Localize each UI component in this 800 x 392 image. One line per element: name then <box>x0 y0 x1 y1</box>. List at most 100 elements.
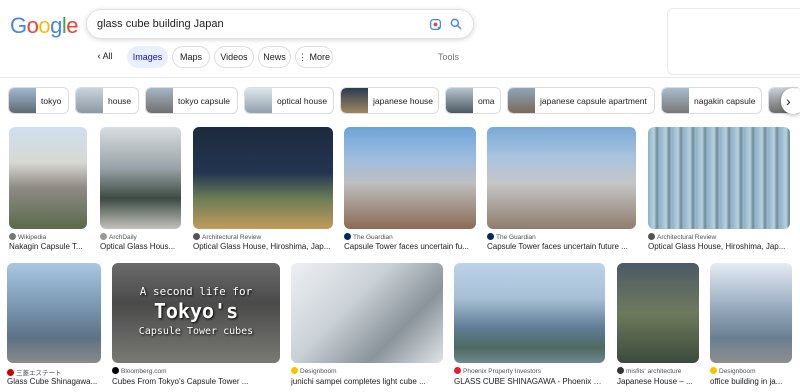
image-result[interactable]: The Guardian Capsule Tower faces uncerta… <box>344 127 476 252</box>
chip-label: optical house <box>277 96 328 106</box>
chip-label: tokyo <box>41 96 62 106</box>
image-result[interactable]: Phoenix Property Investors GLASS CUBE SH… <box>454 263 605 389</box>
image-result[interactable]: Architectural Review Optical Glass House… <box>648 127 790 252</box>
chip-thumbnail <box>146 88 173 113</box>
search-input[interactable]: glass cube building Japan <box>97 18 224 30</box>
result-thumbnail[interactable] <box>9 127 87 229</box>
chip-thumbnail <box>341 88 368 113</box>
result-title[interactable]: Capsule Tower faces uncertain future ... <box>487 242 636 251</box>
overlay-caption-line3: Capsule Tower cubes <box>138 326 254 337</box>
result-title[interactable]: junichi sampei completes light cube ... <box>291 377 443 386</box>
image-result[interactable]: A second life for Tokyo's Capsule Tower … <box>112 263 280 389</box>
result-source[interactable]: Architectural Review <box>193 233 261 241</box>
result-title[interactable]: Cubes From Tokyo's Capsule Tower ... <box>112 377 280 386</box>
chip-label: nagakin capsule <box>694 96 756 106</box>
result-thumbnail[interactable] <box>648 127 790 229</box>
header-divider <box>0 77 800 78</box>
chip-thumbnail <box>446 88 473 113</box>
result-source[interactable]: 三菱エステート <box>7 367 62 377</box>
guardian-favicon-icon <box>487 233 494 240</box>
result-source[interactable]: Wikipedia <box>9 233 46 241</box>
tab-maps[interactable]: Maps <box>172 46 210 68</box>
google-lens-icon[interactable] <box>429 18 442 31</box>
chip-label: japanese house <box>373 96 434 106</box>
chip-thumbnail <box>76 88 103 113</box>
tab-videos[interactable]: Videos <box>214 46 254 68</box>
bloomberg-favicon-icon <box>112 367 119 374</box>
image-result[interactable]: ArchDaily Optical Glass Hous... <box>100 127 181 252</box>
chip-label: japanese capsule apartment <box>540 96 647 106</box>
result-source[interactable]: The Guardian <box>344 233 393 241</box>
chip-thumbnail <box>508 88 535 113</box>
designboom-favicon-icon <box>710 367 717 374</box>
result-title[interactable]: office building in ja... <box>710 377 792 386</box>
chip-optical-house[interactable]: optical house <box>244 87 334 114</box>
result-source[interactable]: Phoenix Property Investors <box>454 367 541 375</box>
tab-all[interactable]: ‹ All <box>87 46 123 68</box>
image-result[interactable]: misfits' architecture Japanese House – .… <box>617 263 699 389</box>
result-thumbnail[interactable] <box>454 263 605 363</box>
result-title[interactable]: Optical Glass House, Hiroshima, Jap... <box>648 242 790 251</box>
result-source[interactable]: Bloomberg.com <box>112 367 167 375</box>
tab-news[interactable]: News <box>258 46 291 68</box>
result-thumbnail[interactable] <box>291 263 443 363</box>
result-thumbnail[interactable] <box>7 263 101 363</box>
chip-thumbnail <box>662 88 689 113</box>
image-result[interactable]: The Guardian Capsule Tower faces uncerta… <box>487 127 636 252</box>
result-source[interactable]: misfits' architecture <box>617 367 681 375</box>
chip-thumbnail <box>9 88 36 113</box>
result-title[interactable]: Capsule Tower faces uncertain fu... <box>344 242 476 251</box>
back-chevron-icon: ‹ <box>97 51 101 62</box>
side-panel <box>667 8 800 75</box>
more-vert-icon: ⋮ <box>297 52 307 62</box>
chip-nagakin-capsule[interactable]: nagakin capsule <box>661 87 762 114</box>
tools-button[interactable]: Tools <box>438 52 459 62</box>
chip-tokyo[interactable]: tokyo <box>8 87 69 114</box>
chip-oma[interactable]: oma <box>445 87 501 114</box>
chips-next-button[interactable]: › <box>781 88 800 114</box>
result-source[interactable]: ArchDaily <box>100 233 137 241</box>
result-source[interactable]: The Guardian <box>487 233 536 241</box>
chip-japanese-house[interactable]: japanese house <box>340 87 439 114</box>
tab-images[interactable]: Images <box>127 46 168 68</box>
mitsubishi-estate-favicon-icon <box>7 369 14 376</box>
overlay-caption-line2: Tokyo's <box>153 299 239 323</box>
guardian-favicon-icon <box>344 233 351 240</box>
result-source[interactable]: Designboom <box>710 367 756 375</box>
result-thumbnail[interactable] <box>344 127 476 229</box>
result-thumbnail[interactable]: A second life for Tokyo's Capsule Tower … <box>112 263 280 363</box>
image-result[interactable]: Architectural Review Optical Glass House… <box>193 127 333 252</box>
result-title[interactable]: Glass Cube Shinagawa... <box>7 377 101 386</box>
search-icon[interactable] <box>449 17 463 31</box>
tab-more[interactable]: ⋮ More <box>295 46 333 68</box>
image-result[interactable]: Wikipedia Nakagin Capsule T... <box>9 127 87 252</box>
result-title[interactable]: Optical Glass House, Hiroshima, Jap... <box>193 242 333 251</box>
result-thumbnail[interactable] <box>617 263 699 363</box>
result-thumbnail[interactable] <box>100 127 181 229</box>
designboom-favicon-icon <box>291 367 298 374</box>
result-thumbnail[interactable] <box>193 127 333 229</box>
image-result[interactable]: 三菱エステート Glass Cube Shinagawa... <box>7 263 101 389</box>
result-title[interactable]: GLASS CUBE SHINAGAWA - Phoenix Pr... <box>454 377 605 386</box>
chip-house[interactable]: house <box>75 87 139 114</box>
chip-tokyo-capsule[interactable]: tokyo capsule <box>145 87 238 114</box>
result-thumbnail[interactable] <box>487 127 636 229</box>
image-result[interactable]: Designboom junichi sampei completes ligh… <box>291 263 443 389</box>
result-thumbnail[interactable] <box>710 263 792 363</box>
wikipedia-favicon-icon <box>9 233 16 240</box>
result-title[interactable]: Optical Glass Hous... <box>100 242 181 251</box>
chip-label: oma <box>478 96 495 106</box>
chevron-right-icon: › <box>786 93 791 109</box>
result-title[interactable]: Japanese House – ... <box>617 377 699 386</box>
chip-label: tokyo capsule <box>178 96 230 106</box>
chip-japanese-capsule-apartment[interactable]: japanese capsule apartment <box>507 87 655 114</box>
result-source[interactable]: Architectural Review <box>648 233 716 241</box>
result-source[interactable]: Designboom <box>291 367 337 375</box>
google-logo[interactable]: Google <box>10 13 79 39</box>
search-box[interactable]: glass cube building Japan <box>86 9 474 39</box>
overlay-caption-line1: A second life for <box>139 285 253 298</box>
result-title[interactable]: Nakagin Capsule T... <box>9 242 87 251</box>
chip-thumbnail <box>245 88 272 113</box>
image-result[interactable]: Designboom office building in ja... <box>710 263 792 389</box>
misfits-favicon-icon <box>617 367 624 374</box>
